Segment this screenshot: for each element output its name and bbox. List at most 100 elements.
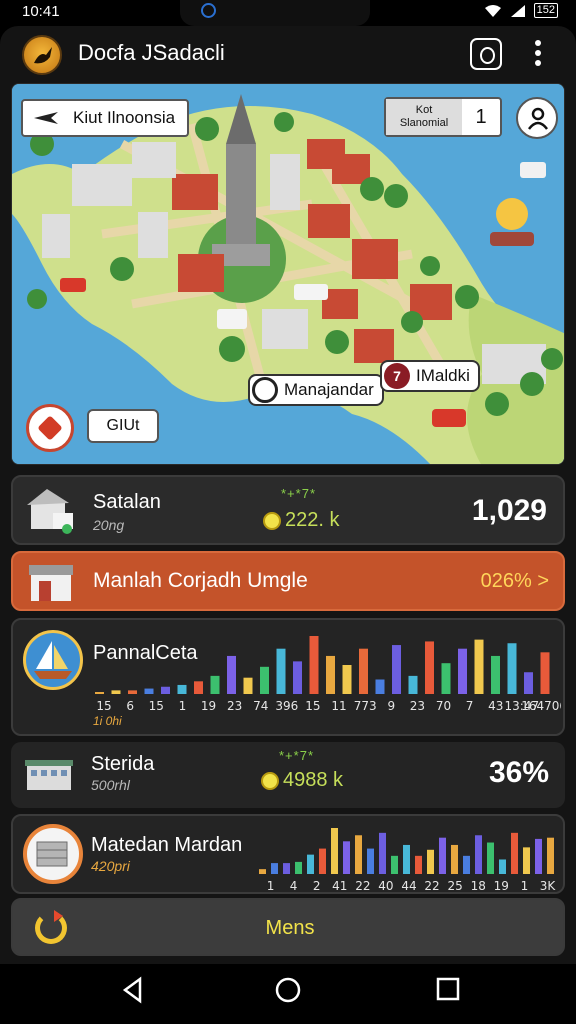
chart-bar: [392, 645, 401, 694]
matedan-row[interactable]: Matedan Mardan 420pri 1 4 2 41 22 40 44 22 25 18 1…: [11, 814, 565, 894]
chart-bar: [415, 855, 422, 874]
signal-icon: [510, 4, 525, 17]
chart-bar: [367, 848, 374, 874]
row-subtitle: 420pri: [91, 858, 130, 874]
house-icon: [27, 489, 73, 534]
build-button[interactable]: [26, 404, 74, 452]
chart-tick-label: 7: [466, 699, 474, 713]
map-pin-manajandar[interactable]: Manajandar: [248, 374, 384, 406]
chart-tick-label: 6: [126, 699, 134, 713]
chart-bar: [283, 863, 290, 874]
back-icon[interactable]: [120, 976, 146, 1004]
chart-bar: [307, 854, 314, 874]
chart-tick-label: 9: [387, 699, 395, 713]
pin-badge: 7: [384, 363, 410, 389]
chart-bar: [342, 665, 352, 694]
satalan-row[interactable]: Satalan 20ng *+*7* 222. k 1,029: [11, 475, 565, 545]
wifi-icon: [484, 4, 501, 17]
chart-tick-label: 44: [401, 879, 416, 892]
front-camera-icon: [201, 3, 216, 18]
chart-bar: [441, 663, 451, 694]
pannal-row[interactable]: PannalCeta 15 6 15 1 19 23 74 396 15 11 773 9 23 70 7 4…: [11, 618, 565, 736]
sailboat-icon: [23, 630, 83, 690]
chart-bar: [499, 859, 506, 874]
more-vertical-button[interactable]: [530, 40, 546, 70]
chart-bar: [379, 832, 386, 874]
chart-bar: [271, 863, 278, 874]
chart-bar: [487, 842, 494, 874]
pin-label: IMaldki: [416, 366, 470, 385]
chart-bar: [227, 655, 236, 694]
status-icons: 152: [484, 3, 558, 18]
chart-bar: [319, 848, 326, 874]
chart-bar: [326, 655, 335, 694]
row-subtitle: 500rhl: [91, 777, 130, 793]
chart-tick-label: 19: [494, 879, 509, 892]
chart-bar: [295, 861, 302, 874]
status-bar: 10:41 152: [0, 0, 576, 26]
pin-target-icon: [252, 377, 278, 403]
chart-bar: [511, 832, 518, 874]
chart-bar: [491, 655, 500, 694]
chart-tick-label: 18: [471, 879, 486, 892]
chart-tick-label: 773: [354, 699, 377, 713]
stack-icon: [23, 824, 83, 884]
sim-label-line2: Slanomial: [399, 117, 449, 129]
home-icon[interactable]: [274, 976, 302, 1004]
gut-button[interactable]: GIUt: [87, 409, 159, 443]
chart-bar: [474, 639, 484, 694]
chart-tick-label: 43: [488, 699, 503, 713]
city-map[interactable]: Kiut Ilnoonsia Kot Slanomial 1 Manajanda…: [11, 83, 565, 465]
chart-bar: [276, 648, 286, 694]
chart-tick-label: 3K: [540, 879, 557, 892]
plane-icon: [34, 112, 58, 124]
chart-bar: [177, 684, 187, 694]
app-title: Docfa JSadacli: [78, 40, 225, 65]
mens-row[interactable]: Mens: [11, 898, 565, 956]
chart-bar: [523, 847, 530, 874]
chart-tick-label: 1: [179, 699, 187, 713]
chart-bar: [451, 844, 458, 874]
sterida-row[interactable]: Sterida 500rhl *+*7* 4988 k 36%: [11, 742, 565, 808]
chart-bar: [540, 652, 550, 694]
simulation-chip[interactable]: Kot Slanomial 1: [384, 97, 502, 137]
chart-bar: [427, 849, 434, 874]
row-subtitle: 20ng: [93, 517, 125, 533]
chart-bar: [463, 855, 470, 874]
chart-tick-label: 15: [305, 699, 320, 713]
status-time: 10:41: [22, 3, 60, 20]
chart-bar: [547, 837, 554, 874]
map-pin-imaldki[interactable]: 7 IMaldki: [380, 360, 480, 392]
chart-bar: [425, 641, 434, 694]
chart-tick-label: 164706..: [521, 699, 561, 713]
chart-tick-label: 15: [149, 699, 164, 713]
chart-bar: [95, 692, 104, 694]
chart-tick-label: 2: [313, 879, 321, 892]
row-title: Manlah Corjadh Umgle: [93, 569, 308, 592]
profile-button[interactable]: [516, 97, 558, 139]
chart-bar: [194, 681, 203, 694]
recents-icon[interactable]: [436, 976, 460, 1002]
user-icon: [528, 107, 548, 130]
camera-button[interactable]: [470, 38, 502, 70]
chart-bar: [260, 666, 269, 694]
chart-bar: [355, 835, 362, 874]
chart-bar: [507, 643, 517, 694]
chart-tick-label: 11: [331, 699, 346, 713]
chart-bar: [293, 661, 302, 694]
mens-label: Mens: [265, 917, 315, 939]
rating-stars: *+*7*: [279, 748, 314, 763]
app-bar: Docfa JSadacli: [0, 26, 576, 80]
chart-bar: [331, 828, 338, 874]
manlah-row[interactable]: Manlah Corjadh Umgle 026% >: [11, 551, 565, 611]
app-logo[interactable]: [22, 35, 62, 75]
chart-tick-label: 25: [448, 879, 463, 892]
chart-tick-label: 23: [227, 699, 242, 713]
chart-bar: [161, 686, 170, 694]
building-icon: [25, 760, 73, 790]
chart-sub-label: 1i 0hi: [93, 714, 122, 728]
location-chip[interactable]: Kiut Ilnoonsia: [21, 99, 190, 137]
chart-tick-label: 22: [424, 879, 439, 892]
row-title: Sterida: [91, 753, 155, 775]
camera-notch: [180, 0, 370, 26]
